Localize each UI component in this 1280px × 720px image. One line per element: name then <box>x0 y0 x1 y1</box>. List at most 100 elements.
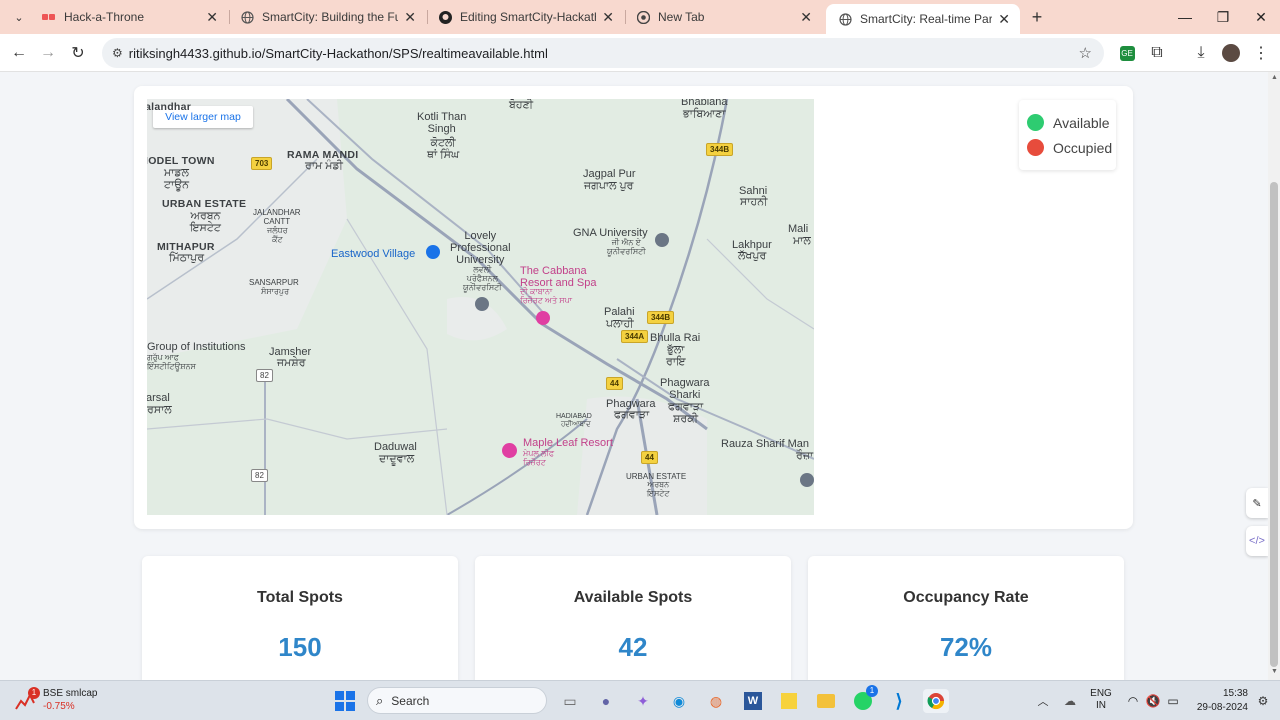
show-hidden-icons-chevron[interactable]: ︿ <box>1030 689 1056 713</box>
teams-chat-icon[interactable]: ● <box>593 689 619 713</box>
firefox-icon[interactable]: ◍ <box>703 689 729 713</box>
tab-hack-a-throne[interactable]: Hack-a-Throne ✕ <box>30 0 228 34</box>
legend-available: Available <box>1027 114 1110 131</box>
map-label: ਫਗਵਾੜਾ <box>614 409 650 421</box>
resort-pin-icon[interactable] <box>502 443 517 458</box>
highway-shield: 82 <box>256 369 273 382</box>
extension-green-icon[interactable]: GE <box>1112 38 1142 68</box>
stock-ticker-widget[interactable]: 1 BSE smlcap -0.75% <box>14 687 104 715</box>
tab-strip: ⌄ Hack-a-Throne ✕ SmartCity: Building th… <box>0 0 1280 34</box>
map-label: ਦੀ ਕਾਬਾਨਾ ਰਿਜ਼ੌਰਟ ਅਤੇ ਸਪਾ <box>520 287 573 305</box>
stat-value: 150 <box>278 632 322 662</box>
stat-card-available: Available Spots 42 <box>475 556 791 680</box>
highway-shield: 344B <box>647 311 675 324</box>
map-label: Daduwal <box>374 441 417 453</box>
stat-card-total: Total Spots 150 <box>142 556 458 680</box>
hotel-pin-icon[interactable] <box>536 311 550 325</box>
browser-toolbar: ← → ↻ ⚙ ritiksingh4433.github.io/SmartCi… <box>0 34 1280 72</box>
bookmark-star-icon[interactable]: ☆ <box>1079 44 1092 62</box>
chrome-icon <box>636 10 650 24</box>
map-label: Phagwara Sharki <box>660 377 710 401</box>
side-panel-edit-icon[interactable]: ✎ <box>1246 488 1268 518</box>
map-label: ਕੋਟਲੀ ਥਾਂ ਸਿੰਘ <box>427 137 460 161</box>
map-legend: Available Occupied <box>1019 100 1116 170</box>
map-label: Jagpal Pur <box>583 168 636 180</box>
map-label: ਮਾਲ <box>793 235 811 247</box>
tab-title: Hack-a-Throne <box>64 10 145 24</box>
forward-arrow-icon[interactable]: → <box>33 38 63 68</box>
close-window-icon[interactable]: ✕ <box>1242 0 1280 34</box>
map-label: ਜੀ ਐਨ ਏ ਯੂਨੀਵਰਸਿਟੀ <box>607 238 646 256</box>
clock-date: 29-08-2024 <box>1196 702 1248 713</box>
legend-occupied: Occupied <box>1027 139 1112 156</box>
new-tab-plus-icon[interactable]: + <box>1022 2 1052 32</box>
embedded-map[interactable]: View larger map alandhar IODEL TOWN ਮਾਡਲ… <box>147 99 814 515</box>
maximize-icon[interactable]: ❐ <box>1204 0 1242 34</box>
university-pin-icon[interactable] <box>655 233 669 247</box>
map-label: ਮਾਡਲ ਟਾਊਨ <box>164 167 190 191</box>
site-info-icon[interactable]: ⚙ <box>112 46 123 60</box>
close-tab-icon[interactable]: ✕ <box>800 9 812 26</box>
notification-settings-icon[interactable]: ⚙ <box>1250 689 1276 713</box>
download-icon[interactable]: ⤓ <box>1186 38 1216 68</box>
battery-icon[interactable]: ▭ <box>1160 689 1186 713</box>
extensions-puzzle-icon[interactable]: ⧉ <box>1142 38 1172 68</box>
highway-shield: 82 <box>251 469 268 482</box>
globe-icon <box>838 12 852 26</box>
profile-avatar-icon[interactable] <box>1216 38 1246 68</box>
reload-icon[interactable]: ↻ <box>63 38 93 68</box>
map-label: ਰਾਮ ਮੰਡੀ <box>305 160 343 172</box>
close-tab-icon[interactable]: ✕ <box>998 11 1010 28</box>
highway-shield: 44 <box>606 377 623 390</box>
tab-smartcity-building[interactable]: SmartCity: Building the Future ✕ <box>228 0 426 34</box>
landmark-pin-icon[interactable] <box>800 473 814 487</box>
ticker-name: BSE smlcap <box>43 688 98 699</box>
file-explorer-icon[interactable] <box>813 689 839 713</box>
side-panel-code-icon[interactable]: </> <box>1246 526 1268 556</box>
onedrive-status-icon[interactable]: ☁ <box>1057 689 1083 713</box>
windows-start-icon[interactable] <box>332 689 358 713</box>
chrome-taskbar-icon[interactable] <box>923 689 949 713</box>
close-tab-icon[interactable]: ✕ <box>206 9 218 26</box>
language-indicator[interactable]: ENG IN <box>1087 688 1115 712</box>
menu-kebab-icon[interactable]: ⋮ <box>1246 38 1276 68</box>
taskbar-search-box[interactable]: ⌕ Search <box>367 687 547 714</box>
whatsapp-icon[interactable]: 1 <box>850 685 878 713</box>
map-label: URBAN ESTATE <box>162 198 247 210</box>
task-view-icon[interactable]: ▭ <box>557 689 583 713</box>
map-label: Mali <box>788 223 809 235</box>
tab-editing-github[interactable]: Editing SmartCity-Hackathon/R ✕ <box>426 0 624 34</box>
scrollbar-thumb[interactable] <box>1270 182 1278 667</box>
map-label: ਮੇਪਲ ਲੀਫ ਰਿਜ਼ੌਰਟ <box>523 449 555 467</box>
highway-shield: 344B <box>706 143 734 156</box>
map-label: ਜਗਪਾਲ ਪੁਰ <box>584 180 634 192</box>
university-pin-icon[interactable] <box>475 297 489 311</box>
map-label: Kotli Than Singh <box>417 111 467 135</box>
legend-label: Available <box>1053 114 1110 131</box>
map-label: ਅਰਬਨ ਇਸਟੇਟ <box>190 210 221 234</box>
map-card: View larger map alandhar IODEL TOWN ਮਾਡਲ… <box>134 86 1133 529</box>
edge-browser-icon[interactable]: ◉ <box>666 689 692 713</box>
close-tab-icon[interactable]: ✕ <box>602 9 614 26</box>
map-pin-icon[interactable] <box>426 245 440 259</box>
copilot-icon[interactable]: ✦ <box>630 689 656 713</box>
url-text[interactable]: ritiksingh4433.github.io/SmartCity-Hacka… <box>129 46 548 61</box>
map-label: alandhar <box>147 101 192 113</box>
stat-title: Total Spots <box>257 589 343 606</box>
word-icon[interactable]: W <box>740 689 766 713</box>
highway-shield: 344A <box>621 330 649 343</box>
tab-title: New Tab <box>658 10 705 24</box>
search-placeholder: Search <box>391 693 430 708</box>
address-bar[interactable]: ⚙ ritiksingh4433.github.io/SmartCity-Hac… <box>102 38 1104 68</box>
map-label: Rauza Sharif Man <box>721 438 810 450</box>
scrollbar[interactable]: ▲ ▼ <box>1268 72 1280 680</box>
vscode-icon[interactable]: ⟩ <box>886 689 912 713</box>
hackathon-favicon-icon <box>42 10 56 24</box>
tab-smartcity-parking[interactable]: SmartCity: Real-time Parking Av ✕ <box>826 4 1020 34</box>
clock[interactable]: 15:38 29-08-2024 <box>1196 687 1248 715</box>
sticky-notes-icon[interactable] <box>776 689 802 713</box>
tab-new-tab[interactable]: New Tab ✕ <box>624 0 822 34</box>
back-arrow-icon[interactable]: ← <box>4 38 34 68</box>
minimize-icon[interactable]: — <box>1166 0 1204 34</box>
close-tab-icon[interactable]: ✕ <box>404 9 416 26</box>
